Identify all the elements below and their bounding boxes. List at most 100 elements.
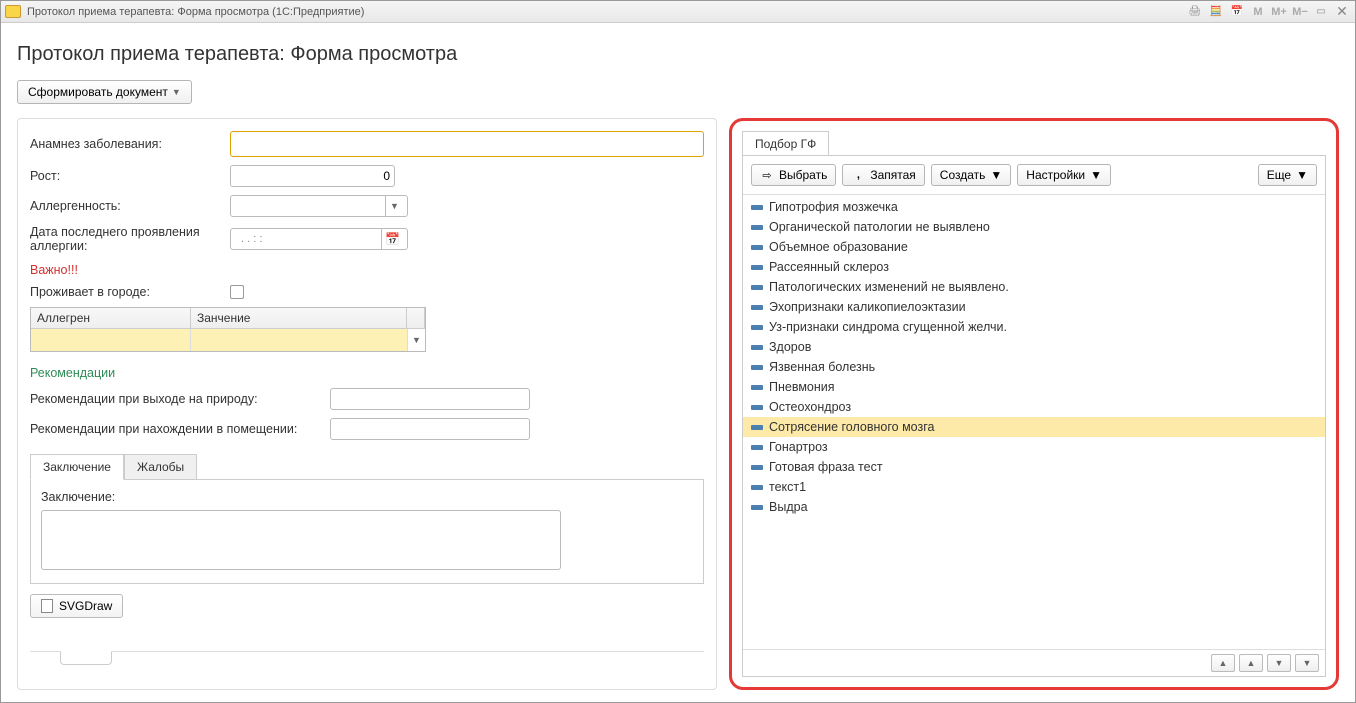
height-input[interactable] [230,165,395,187]
tab-conclusion[interactable]: Заключение [30,454,124,480]
nav-first-button[interactable]: ▲ [1211,654,1235,672]
list-item[interactable]: Рассеянный склероз [743,257,1325,277]
app-icon [5,5,21,18]
comma-icon: , [851,168,865,182]
item-icon [751,245,763,250]
chevron-down-icon[interactable]: ▼ [407,329,425,351]
allergy-date-label: Дата последнего проявления аллергии: [30,225,230,253]
list-item[interactable]: Остеохондроз [743,397,1325,417]
maximize-icon[interactable]: ▭ [1312,4,1330,20]
allergen-grid: Аллегрен Занчение ▼ [30,307,426,352]
rec-outdoor-input[interactable] [330,388,530,410]
list-item[interactable]: Объемное образование [743,237,1325,257]
allergy-date-input[interactable]: . . : : 📅 [230,228,408,250]
list-item[interactable]: Выдра [743,497,1325,517]
more-button[interactable]: Еще ▼ [1258,164,1317,186]
conclusion-textarea[interactable] [41,510,561,570]
recs-title: Рекомендации [30,366,704,380]
right-toolbar: ⇨ Выбрать , Запятая Создать ▼ Настройк [743,156,1325,195]
list-item[interactable]: Уз-признаки синдрома сгущенной желчи. [743,317,1325,337]
grid-col-value[interactable]: Занчение [191,308,407,328]
item-label: Рассеянный склероз [769,260,889,274]
m-button[interactable]: M [1249,4,1267,20]
body: Анамнез заболевания: Рост: Аллергенность… [17,118,1339,690]
select-label: Выбрать [779,168,827,182]
grid-cell-allergen[interactable] [31,329,191,351]
item-icon [751,365,763,370]
right-panel: Подбор ГФ ⇨ Выбрать , Запятая Создат [729,118,1339,690]
chevron-down-icon: ▼ [990,168,1002,182]
print-icon[interactable]: 🖨 [1186,4,1204,20]
nav-last-button[interactable]: ▼ [1295,654,1319,672]
right-tabs: Подбор ГФ [742,131,1326,156]
list-item[interactable]: Пневмония [743,377,1325,397]
content: Протокол приема терапевта: Форма просмот… [1,23,1355,702]
svgdraw-label: SVGDraw [59,599,112,613]
item-label: Готовая фраза тест [769,460,883,474]
select-button[interactable]: ⇨ Выбрать [751,164,836,186]
item-label: Гипотрофия мозжечка [769,200,898,214]
calendar-icon[interactable]: 📅 [1228,4,1246,20]
list-item[interactable]: Язвенная болезнь [743,357,1325,377]
calc-icon[interactable]: 🧮 [1207,4,1225,20]
form-document-button[interactable]: Сформировать документ ▼ [17,80,192,104]
tab-podbor-gf[interactable]: Подбор ГФ [742,131,829,156]
list-item[interactable]: Сотрясение головного мозга [743,417,1325,437]
right-panel-body: ⇨ Выбрать , Запятая Создать ▼ Настройк [742,155,1326,677]
titlebar-tools: 🖨 🧮 📅 M M+ M− ▭ ✕ [1186,4,1351,20]
item-label: Гонартроз [769,440,828,454]
list-item[interactable]: Гонартроз [743,437,1325,457]
m-minus-button[interactable]: M− [1291,4,1309,20]
list-item[interactable]: текст1 [743,477,1325,497]
grid-col-spacer [407,308,425,328]
settings-label: Настройки [1026,168,1085,182]
form-document-label: Сформировать документ [28,85,168,99]
left-panel: Анамнез заболевания: Рост: Аллергенность… [17,118,717,690]
item-icon [751,325,763,330]
anamnesis-label: Анамнез заболевания: [30,137,230,151]
item-icon [751,285,763,290]
phrase-list[interactable]: Гипотрофия мозжечка Органической патологи… [743,195,1325,649]
close-icon[interactable]: ✕ [1333,4,1351,20]
item-label: Остеохондроз [769,400,851,414]
rec-indoor-input[interactable] [330,418,530,440]
nav-down-button[interactable]: ▼ [1267,654,1291,672]
settings-button[interactable]: Настройки ▼ [1017,164,1111,186]
item-icon [751,445,763,450]
item-icon [751,465,763,470]
grid-col-allergen[interactable]: Аллегрен [31,308,191,328]
chevron-down-icon: ▼ [172,87,181,97]
chevron-down-icon: ▼ [385,196,403,216]
svgdraw-button[interactable]: SVGDraw [30,594,123,618]
list-item[interactable]: Здоров [743,337,1325,357]
list-item[interactable]: Готовая фраза тест [743,457,1325,477]
tab-pane-conclusion: Заключение: [30,479,704,584]
item-label: Уз-признаки синдрома сгущенной желчи. [769,320,1007,334]
create-button[interactable]: Создать ▼ [931,164,1012,186]
list-item[interactable]: Гипотрофия мозжечка [743,197,1325,217]
list-item[interactable]: Патологических изменений не выявлено. [743,277,1325,297]
allergy-select[interactable]: ▼ [230,195,408,217]
grid-cell-value[interactable] [191,329,407,351]
important-label: Важно!!! [30,263,704,277]
city-checkbox[interactable] [230,285,244,299]
titlebar-text: Протокол приема терапевта: Форма просмот… [27,6,1186,18]
calendar-icon[interactable]: 📅 [381,229,403,249]
document-icon [41,599,53,613]
page-title: Протокол приема терапевта: Форма просмот… [17,43,1339,66]
item-icon [751,425,763,430]
list-item[interactable]: Эхопризнаки каликопиелоэктазии [743,297,1325,317]
m-plus-button[interactable]: M+ [1270,4,1288,20]
bottom-tab-strip [30,651,704,677]
item-label: Выдра [769,500,808,514]
grid-row[interactable]: ▼ [31,329,425,351]
item-icon [751,505,763,510]
tab-complaints[interactable]: Жалобы [124,454,197,480]
comma-button[interactable]: , Запятая [842,164,924,186]
city-label: Проживает в городе: [30,285,230,299]
item-icon [751,385,763,390]
nav-up-button[interactable]: ▲ [1239,654,1263,672]
anamnesis-input[interactable] [230,131,704,157]
item-label: текст1 [769,480,806,494]
list-item[interactable]: Органической патологии не выявлено [743,217,1325,237]
